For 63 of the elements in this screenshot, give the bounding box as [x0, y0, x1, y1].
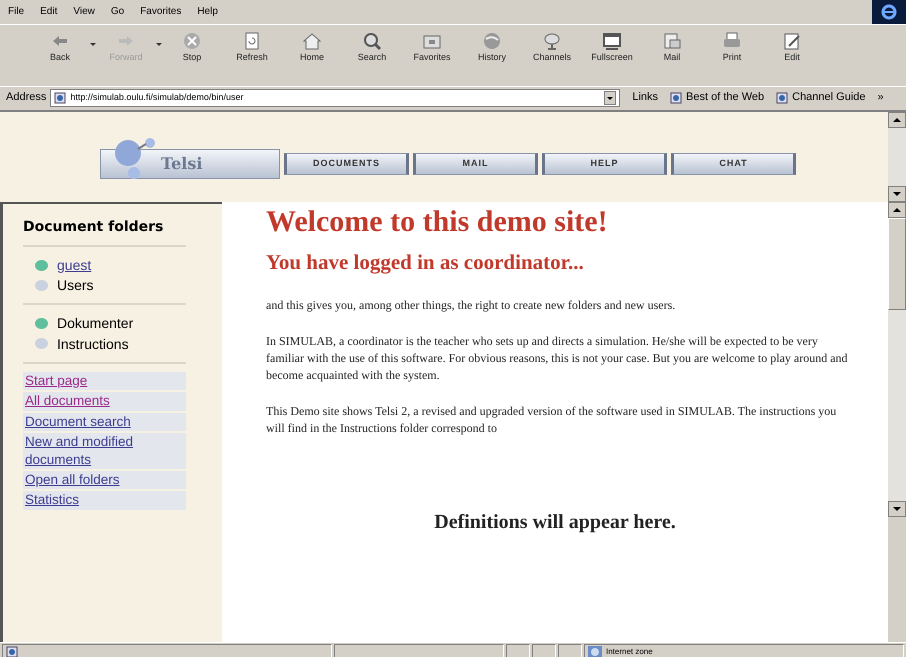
monitor-icon: [601, 31, 623, 51]
more-links-button[interactable]: »: [878, 89, 884, 106]
menu-item[interactable]: File: [8, 4, 24, 20]
menu-item[interactable]: Help: [197, 4, 218, 20]
address-field[interactable]: http://simulab.oulu.fi/simulab/demo/bin/user: [50, 88, 620, 106]
folder-name[interactable]: Instructions: [57, 334, 129, 354]
page-icon: [776, 92, 788, 104]
address-label: Address: [6, 90, 46, 106]
menu-item[interactable]: Favorites: [140, 4, 182, 20]
toolbar-button[interactable]: Mail: [642, 29, 702, 66]
folder-name[interactable]: Dokumenter: [57, 313, 134, 334]
sidebar-link[interactable]: All documents: [25, 392, 184, 411]
home-icon: [301, 31, 323, 51]
sidebar-link[interactable]: Open all folders: [25, 471, 184, 490]
sidebar-link[interactable]: Document search: [25, 412, 184, 431]
status-pane: [506, 644, 530, 657]
page-heading: Welcome to this demo site!: [266, 204, 609, 240]
menu-item[interactable]: View: [73, 4, 95, 20]
toolbar-button[interactable]: Stop: [162, 29, 222, 66]
page-icon: [54, 92, 66, 104]
toolbar-button[interactable]: Print: [702, 29, 762, 66]
scrollbar[interactable]: [888, 112, 906, 202]
toolbar-button[interactable]: Favorites: [402, 29, 462, 66]
toolbar-button[interactable]: Edit: [762, 29, 822, 66]
sidebar-link[interactable]: Start page: [25, 372, 184, 390]
sidebar-link[interactable]: New and modified documents: [25, 432, 184, 470]
browser-logo-icon: [872, 0, 906, 24]
folder-link[interactable]: guest: [57, 254, 92, 276]
paragraph: In SIMULAB, a coordinator is the teacher who sets up and directs a simulation. He/she will be expected to be very familiar with the use of this software. For obvious reasons, this is not your case. But you are welcome to play around and become acquainted with the system.: [266, 332, 849, 384]
nav-button[interactable]: MAIL: [413, 153, 538, 175]
links-label: Links: [632, 90, 658, 106]
scroll-down-icon: [888, 186, 906, 202]
sidebar-title: Document folders: [23, 218, 164, 237]
toolbar-button[interactable]: Fullscreen: [582, 29, 642, 66]
toolbar-button[interactable]: Search: [342, 29, 402, 66]
toolbar-button[interactable]: Channels: [522, 29, 582, 66]
toolbar-button[interactable]: Refresh: [222, 29, 282, 66]
folder-name[interactable]: Users: [57, 275, 94, 296]
nav-button[interactable]: HELP: [542, 153, 667, 175]
status-pane: [532, 644, 556, 657]
stop-icon: [181, 31, 203, 51]
page-subheading: You have logged in as coordinator...: [266, 250, 585, 276]
scroll-down-icon: [888, 501, 906, 517]
sidebar-link[interactable]: Statistics: [25, 491, 184, 510]
paragraph: This Demo site shows Telsi 2, a revised and upgraded version of the software used in SIMULAB. The instructions you will find in the Instructions folder correspond to: [266, 402, 838, 438]
menu-item[interactable]: Edit: [40, 4, 58, 20]
toolbar-button[interactable]: History: [462, 29, 522, 66]
search-icon: [361, 31, 383, 51]
status-zone: Internet zone: [606, 646, 653, 657]
links-item[interactable]: Channel Guide: [776, 89, 866, 106]
scroll-thumb[interactable]: [888, 218, 906, 310]
status-pane: [558, 644, 582, 657]
nav-button[interactable]: DOCUMENTS: [284, 153, 409, 175]
nav-button[interactable]: CHAT: [671, 153, 796, 175]
scroll-up-icon: [888, 202, 906, 218]
menu-item[interactable]: Go: [110, 4, 124, 20]
toolbar-button[interactable]: Home: [282, 29, 342, 66]
toolbar-button[interactable]: Back: [30, 29, 90, 66]
page-icon: [6, 646, 18, 657]
page-icon: [670, 92, 682, 104]
links-item[interactable]: Best of the Web: [670, 89, 764, 106]
scrollbar[interactable]: [888, 202, 906, 517]
paragraph: and this gives you, among other things, the right to create new folders and new users.: [266, 297, 676, 314]
